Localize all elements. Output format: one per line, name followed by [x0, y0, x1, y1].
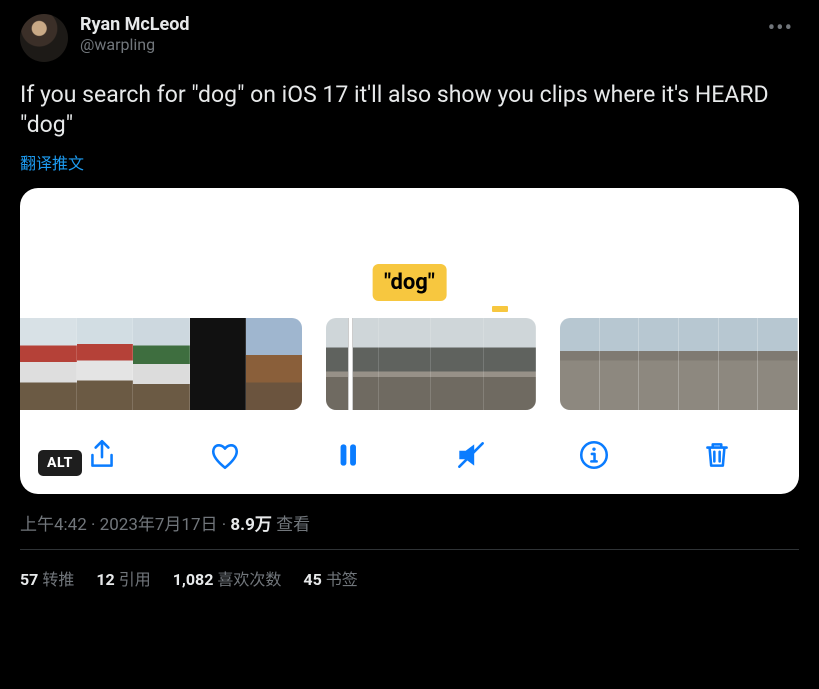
more-button[interactable]: •••: [762, 14, 799, 43]
quotes-stat[interactable]: 12 引用: [96, 566, 150, 590]
likes-count: 1,082: [173, 570, 214, 589]
bookmarks-label: 书签: [326, 570, 358, 589]
retweets-count: 57: [20, 570, 38, 589]
tweet-date[interactable]: 2023年7月17日: [100, 515, 218, 535]
quotes-count: 12: [96, 570, 114, 589]
quotes-label: 引用: [119, 570, 151, 589]
retweets-label: 转推: [42, 570, 74, 589]
translate-link[interactable]: 翻译推文: [20, 150, 799, 174]
video-timeline[interactable]: [20, 318, 799, 410]
likes-label: 喜欢次数: [217, 570, 281, 589]
bookmarks-stat[interactable]: 45 书签: [303, 566, 357, 590]
pause-button[interactable]: [328, 436, 368, 474]
media-card[interactable]: "dog": [20, 188, 799, 494]
delete-button[interactable]: [697, 436, 737, 474]
tweet-meta: 上午4:42 · 2023年7月17日 · 8.9万 查看: [20, 510, 799, 535]
tweet: Ryan McLeod @warpling ••• If you search …: [0, 0, 819, 590]
tweet-views-label: 查看: [276, 515, 310, 535]
share-button[interactable]: [82, 436, 122, 474]
like-button[interactable]: [205, 436, 245, 474]
search-token-marker: [492, 306, 508, 312]
tweet-time[interactable]: 上午4:42: [20, 515, 87, 535]
playhead[interactable]: [348, 318, 353, 410]
author-block[interactable]: Ryan McLeod @warpling: [80, 14, 762, 54]
timeline-clip[interactable]: [560, 318, 798, 410]
search-token-row: "dog": [20, 202, 799, 318]
retweets-stat[interactable]: 57转推: [20, 566, 74, 590]
timeline-clip[interactable]: [20, 318, 302, 410]
bookmarks-count: 45: [303, 570, 321, 589]
tweet-header: Ryan McLeod @warpling •••: [20, 14, 799, 62]
author-display-name: Ryan McLeod: [80, 14, 762, 35]
tweet-stats: 57转推 12 引用 1,082喜欢次数 45 书签: [20, 550, 799, 590]
avatar[interactable]: [20, 14, 68, 62]
alt-badge[interactable]: ALT: [38, 450, 82, 476]
author-handle: @warpling: [80, 35, 762, 54]
search-token-bubble: "dog": [372, 264, 447, 301]
tweet-views-count: 8.9万: [230, 515, 271, 535]
mute-button[interactable]: [451, 436, 491, 474]
likes-stat[interactable]: 1,082喜欢次数: [173, 566, 282, 590]
timeline-clip[interactable]: [326, 318, 536, 410]
tweet-text: If you search for "dog" on iOS 17 it'll …: [20, 80, 799, 140]
media-controls: [20, 410, 799, 474]
info-button[interactable]: [574, 436, 614, 474]
